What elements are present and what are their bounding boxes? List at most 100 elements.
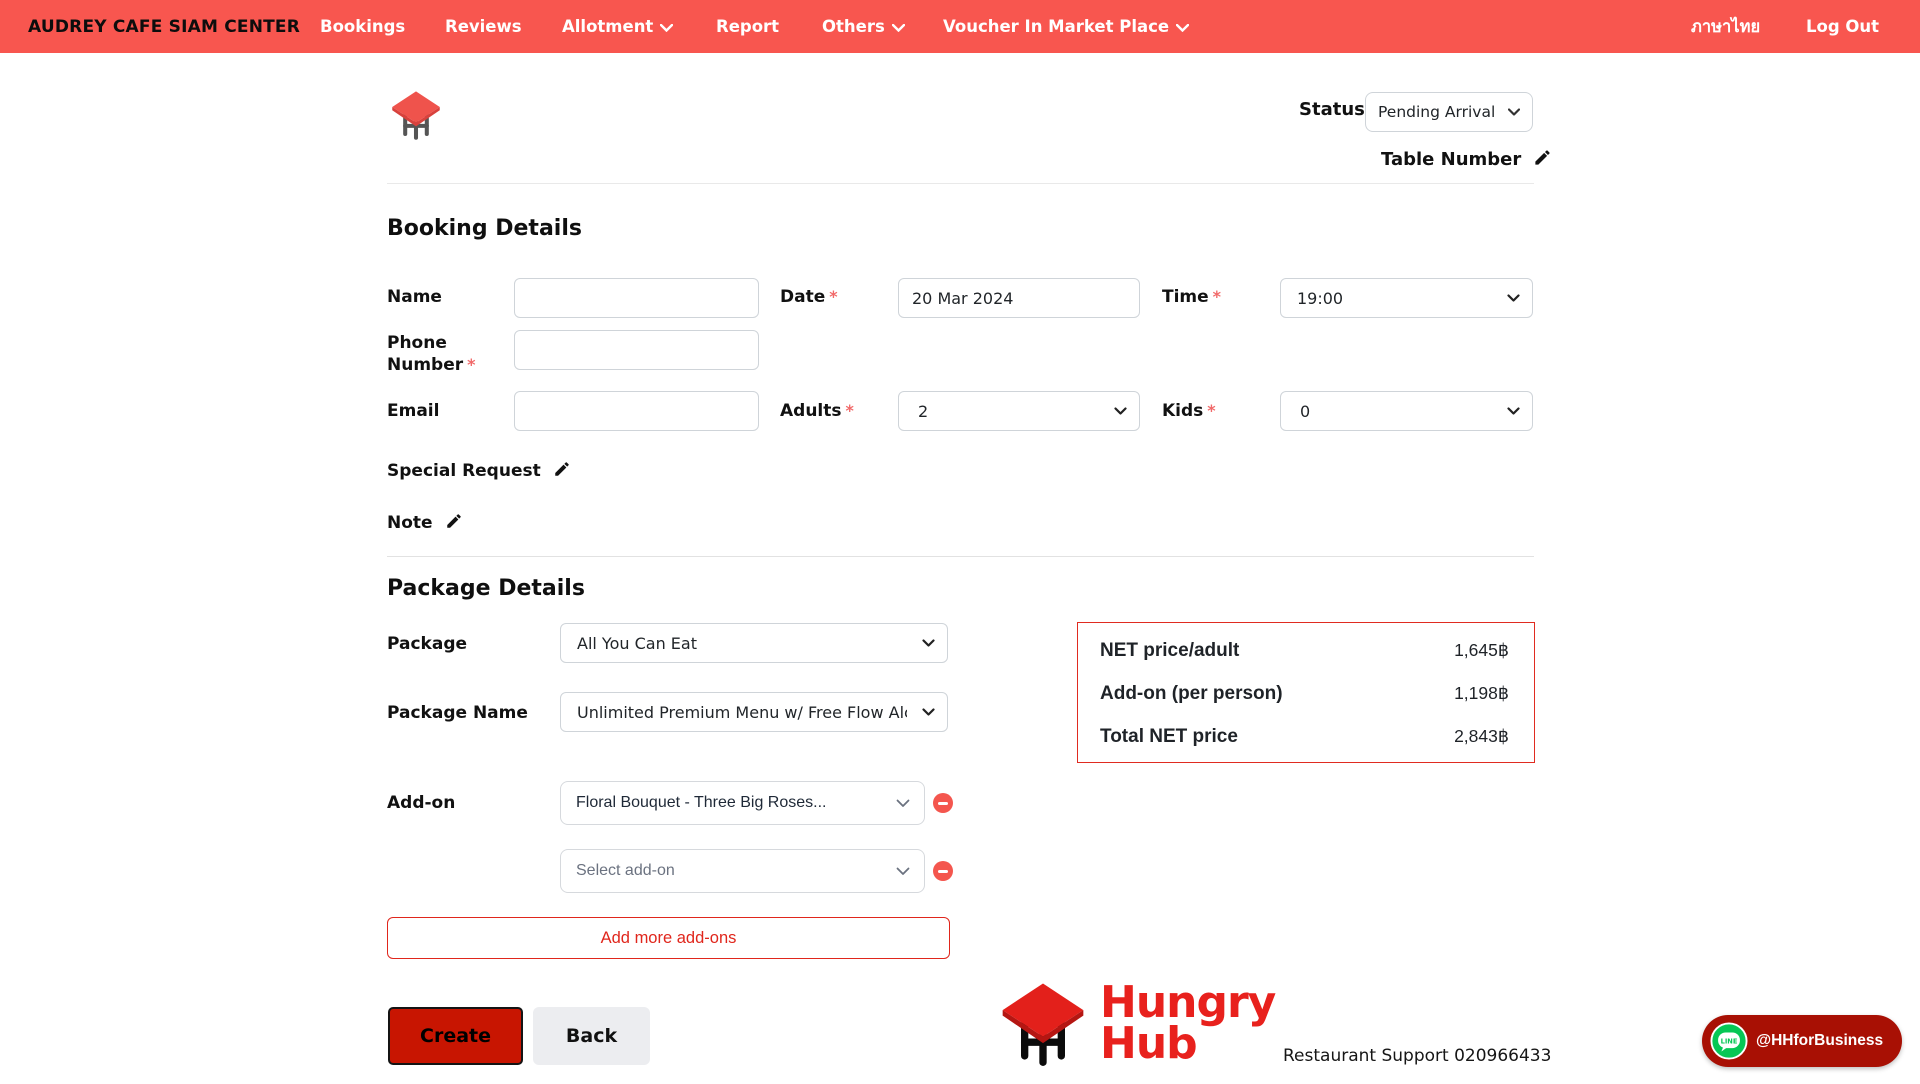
nav-item-others[interactable]: Others [822, 0, 905, 53]
chevron-down-icon [1176, 24, 1189, 32]
nav-item-label: Bookings [320, 17, 405, 36]
package-name-label: Package Name [387, 703, 528, 723]
package-select[interactable]: All You Can Eat [560, 623, 948, 663]
special-request-label: Special Request [387, 461, 541, 481]
package-name-value: Unlimited Premium Menu w/ Free Flow Alco [577, 703, 907, 722]
phone-input[interactable] [514, 330, 759, 370]
line-badge-handle: @HHforBusiness [1756, 1032, 1883, 1050]
nav-item-label: Allotment [562, 17, 653, 36]
chevron-down-icon [896, 867, 910, 876]
addon-select-2[interactable]: Select add-on [560, 849, 925, 893]
status-select[interactable]: Pending Arrival [1365, 92, 1533, 132]
edit-pencil-icon[interactable] [1533, 148, 1552, 167]
adults-label: Adults [780, 401, 842, 421]
name-label: Name [387, 287, 442, 307]
adults-label-row: Adults* [780, 401, 854, 421]
nav-item-voucher-marketplace[interactable]: Voucher In Market Place [943, 0, 1189, 53]
hungryhub-wordmark-line2: Hub [1100, 1023, 1275, 1064]
required-asterisk: * [829, 287, 837, 306]
required-asterisk: * [1207, 401, 1215, 420]
booking-details-title: Booking Details [387, 216, 582, 241]
line-app-icon: LINE [1710, 1022, 1748, 1060]
chevron-down-icon [892, 24, 905, 32]
time-value: 19:00 [1297, 289, 1343, 308]
price-row: NET price/adult 1,645฿ [1100, 640, 1509, 662]
phone-label-line2: Number [387, 355, 463, 375]
net-price-summary-box: NET price/adult 1,645฿ Add-on (per perso… [1077, 622, 1535, 763]
time-label: Time [1162, 287, 1209, 307]
nav-item-label: Log Out [1806, 17, 1879, 36]
package-details-title: Package Details [387, 576, 585, 601]
nav-item-label: ภาษาไทย [1691, 14, 1760, 40]
required-asterisk: * [1213, 287, 1221, 306]
chevron-down-icon [922, 708, 935, 716]
required-asterisk: * [846, 401, 854, 420]
status-value: Pending Arrival [1378, 103, 1495, 121]
kids-value: 0 [1300, 402, 1310, 421]
time-label-row: Time* [1162, 287, 1221, 307]
hungryhub-wordmark-line1: Hungry [1100, 982, 1275, 1023]
nav-item-logout[interactable]: Log Out [1806, 0, 1879, 53]
nav-item-label: Report [716, 17, 779, 36]
chevron-down-icon [1507, 294, 1520, 302]
chevron-down-icon [1114, 407, 1127, 415]
restaurant-support-text: Restaurant Support 020966433 [1283, 1046, 1551, 1066]
header-divider [387, 183, 1534, 184]
remove-addon-button[interactable] [933, 793, 953, 813]
kids-select[interactable]: 0 [1280, 391, 1533, 431]
special-request-row: Special Request [387, 460, 571, 481]
status-label: Status [1299, 99, 1365, 120]
package-name-select[interactable]: Unlimited Premium Menu w/ Free Flow Alco [560, 692, 948, 732]
back-button[interactable]: Back [533, 1007, 650, 1065]
price-row: Add-on (per person) 1,198฿ [1100, 683, 1509, 705]
nav-item-label: Voucher In Market Place [943, 17, 1169, 36]
addon-placeholder: Select add-on [576, 862, 675, 880]
package-value: All You Can Eat [577, 634, 697, 653]
email-label: Email [387, 401, 439, 421]
date-input[interactable] [898, 278, 1140, 318]
edit-pencil-icon[interactable] [553, 460, 571, 478]
top-nav-bar: AUDREY CAFE SIAM CENTER Bookings Reviews… [0, 0, 1920, 53]
nav-item-allotment[interactable]: Allotment [562, 0, 673, 53]
line-contact-badge[interactable]: LINE @HHforBusiness [1702, 1015, 1902, 1067]
note-label: Note [387, 513, 433, 533]
kids-label: Kids [1162, 401, 1203, 421]
package-label: Package [387, 634, 467, 654]
table-number-label: Table Number [1381, 149, 1521, 170]
nav-item-thai-language[interactable]: ภาษาไทย [1691, 0, 1760, 53]
nav-item-reviews[interactable]: Reviews [445, 0, 522, 53]
date-label: Date [780, 287, 825, 307]
chevron-down-icon [1508, 108, 1520, 116]
name-input[interactable] [514, 278, 759, 318]
remove-addon-button[interactable] [933, 861, 953, 881]
email-input[interactable] [514, 391, 759, 431]
section-divider [387, 556, 1534, 557]
add-more-addons-button[interactable]: Add more add-ons [387, 917, 950, 959]
price-value: 2,843฿ [1454, 726, 1509, 747]
note-row: Note [387, 512, 463, 533]
chevron-down-icon [660, 24, 673, 32]
hungryhub-logo-icon [997, 978, 1089, 1066]
price-value: 1,645฿ [1454, 640, 1509, 661]
nav-item-label: Others [822, 17, 885, 36]
chevron-down-icon [922, 639, 935, 647]
adults-select[interactable]: 2 [898, 391, 1140, 431]
price-row: Total NET price 2,843฿ [1100, 726, 1509, 748]
table-number-row: Table Number [1381, 148, 1552, 170]
required-asterisk: * [467, 355, 475, 374]
create-button[interactable]: Create [388, 1007, 523, 1065]
edit-pencil-icon[interactable] [445, 512, 463, 530]
price-label: Add-on (per person) [1100, 683, 1283, 705]
time-select[interactable]: 19:00 [1280, 278, 1533, 318]
nav-item-bookings[interactable]: Bookings [320, 0, 405, 53]
restaurant-name: AUDREY CAFE SIAM CENTER [28, 0, 300, 53]
adults-value: 2 [918, 402, 928, 421]
svg-text:LINE: LINE [1721, 1037, 1738, 1045]
nav-item-label: Reviews [445, 17, 522, 36]
price-label: NET price/adult [1100, 640, 1239, 662]
price-value: 1,198฿ [1454, 683, 1509, 704]
kids-label-row: Kids* [1162, 401, 1216, 421]
nav-item-report[interactable]: Report [716, 0, 779, 53]
addon-select-1[interactable]: Floral Bouquet - Three Big Roses... [560, 781, 925, 825]
hungryhub-stool-logo [389, 88, 443, 140]
